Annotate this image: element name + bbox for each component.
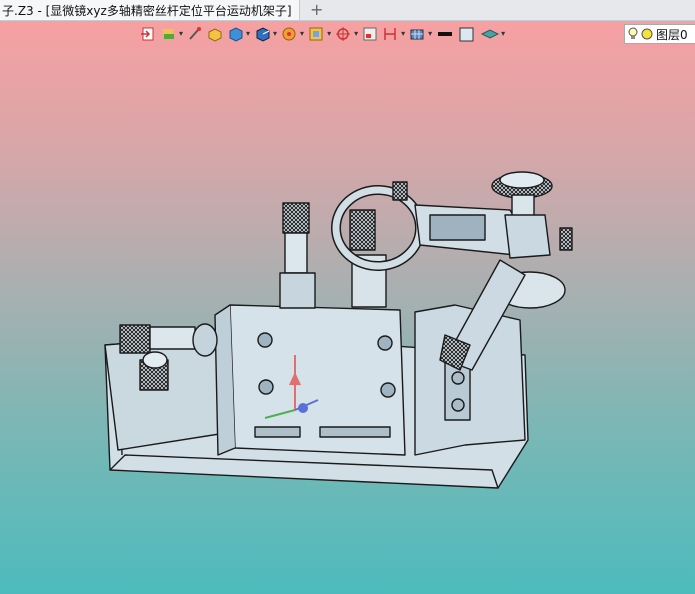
document-tab[interactable]: 子.Z3 - [显微镜xyz多轴精密丝杆定位平台运动机架子] ✕ <box>0 0 300 20</box>
layer-color-icon[interactable] <box>641 28 653 40</box>
box-icon[interactable] <box>207 24 223 44</box>
close-icon[interactable]: ✕ <box>298 3 300 18</box>
sketch-icon[interactable] <box>187 24 203 44</box>
dimension-icon[interactable]: ▾ <box>382 24 405 44</box>
microscope-stage-model <box>104 171 573 489</box>
exit-icon[interactable] <box>140 24 156 44</box>
grid-icon[interactable]: ▾ <box>409 24 432 44</box>
layer-selector[interactable]: 图层0 <box>624 24 695 44</box>
fill-color-icon[interactable] <box>458 24 476 44</box>
left-micrometer-knob <box>119 324 151 354</box>
lightbulb-icon[interactable] <box>628 27 638 41</box>
frame-icon[interactable] <box>362 24 378 44</box>
layer-stack-icon[interactable]: ▾ <box>480 24 505 44</box>
snap-icon[interactable]: ▾ <box>335 24 358 44</box>
layer-name: 图层0 <box>656 27 688 42</box>
view-toolbar: ▾ ▾ ▾ ▾ ▾ ▾ ▾ ▾ ▾ <box>140 22 505 46</box>
layers-icon[interactable]: ▾ <box>160 24 183 44</box>
3d-viewport[interactable] <box>0 21 695 594</box>
line-color-icon[interactable] <box>436 24 454 44</box>
render-icon[interactable]: ▾ <box>281 24 304 44</box>
cube-view-icon[interactable]: ▾ <box>227 24 250 44</box>
document-tab-title: 子.Z3 - [显微镜xyz多轴精密丝杆定位平台运动机架子] <box>2 3 292 18</box>
filter-icon[interactable]: ▾ <box>308 24 331 44</box>
top-micrometer-knob <box>282 202 310 234</box>
tab-bar: 子.Z3 - [显微镜xyz多轴精密丝杆定位平台运动机架子] ✕ + <box>0 0 695 21</box>
new-tab-icon[interactable]: + <box>310 0 323 20</box>
display-mode-icon[interactable]: ▾ <box>254 24 277 44</box>
